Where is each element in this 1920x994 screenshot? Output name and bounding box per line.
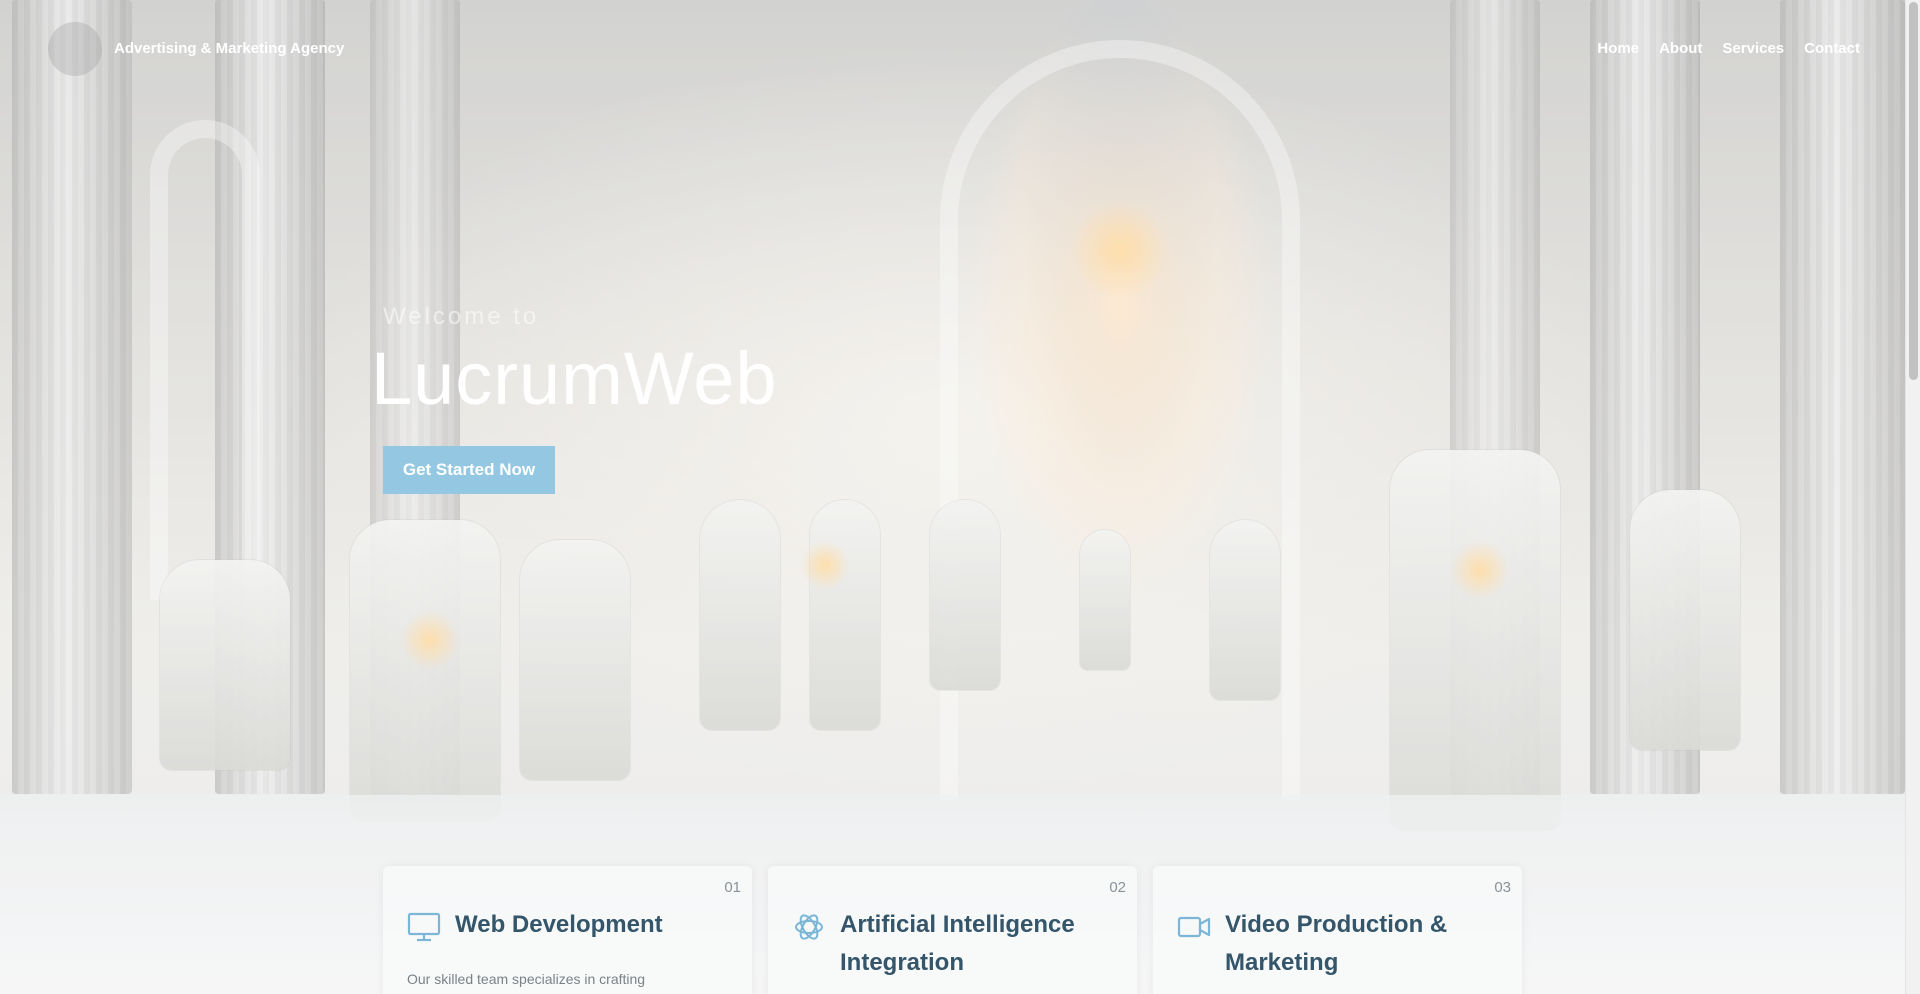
- service-number: 02: [1109, 879, 1126, 896]
- service-description: Our skilled team specializes in crafting: [407, 971, 646, 987]
- service-card-web-development[interactable]: 01 Web Development Our skilled team spec…: [383, 866, 752, 994]
- service-number: 03: [1494, 879, 1511, 896]
- brand-name[interactable]: Advertising & Marketing Agency: [114, 40, 344, 57]
- video-camera-icon: [1177, 916, 1211, 938]
- service-title: Web Development: [455, 911, 663, 938]
- nav-link-contact[interactable]: Contact: [1804, 40, 1860, 57]
- hero-welcome-text: Welcome to: [383, 303, 540, 330]
- scrollbar-thumb[interactable]: [1909, 2, 1918, 380]
- hero-title: LucrumWeb: [371, 337, 778, 420]
- nav-link-home[interactable]: Home: [1597, 40, 1639, 57]
- navbar: Advertising & Marketing Agency Home Abou…: [0, 0, 1905, 96]
- nav-links: Home About Services Contact: [1597, 40, 1860, 57]
- service-card-video-production[interactable]: 03 Video Production & Marketing: [1153, 866, 1522, 994]
- haze-overlay: [0, 0, 1905, 994]
- get-started-button[interactable]: Get Started Now: [383, 446, 555, 494]
- logo[interactable]: [48, 22, 102, 76]
- nav-link-about[interactable]: About: [1659, 40, 1702, 57]
- hero-background: [0, 0, 1905, 994]
- monitor-icon: [407, 912, 441, 942]
- ai-knot-icon: [795, 914, 823, 940]
- nav-link-services[interactable]: Services: [1722, 40, 1784, 57]
- page-scrollbar[interactable]: [1905, 0, 1920, 994]
- service-title: Video Production & Marketing: [1225, 911, 1448, 976]
- service-number: 01: [724, 879, 741, 896]
- service-title: Artificial Intelligence Integration: [840, 911, 1075, 976]
- service-card-ai-integration[interactable]: 02 Artificial Intelligence Integration: [768, 866, 1137, 994]
